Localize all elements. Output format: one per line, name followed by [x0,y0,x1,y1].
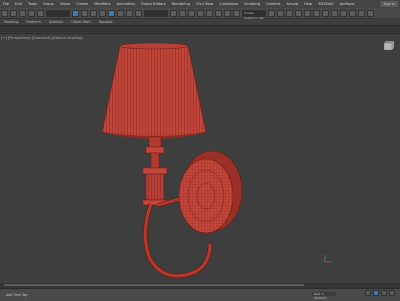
grid-readout: Grid = 10.0mm [312,292,336,300]
keyboard-shortcut-icon[interactable] [188,9,195,17]
select-by-name-icon[interactable] [81,9,88,17]
transform-gizmo-icon[interactable] [324,255,332,263]
window-crossing-icon[interactable] [99,9,106,17]
menu-item-views[interactable]: Views [57,0,73,8]
tab-freeform[interactable]: Freeform [23,20,45,24]
select-manipulate-icon[interactable] [179,9,186,17]
curve-editor-icon[interactable] [313,9,320,17]
mirror-icon[interactable] [268,9,275,17]
tab-populate[interactable]: Populate [95,20,117,24]
viewcube-icon[interactable] [382,40,396,51]
play-icon[interactable] [373,290,379,296]
menu-item-modifiers[interactable]: Modifiers [91,0,113,8]
menu-item-file[interactable]: File [0,0,12,8]
toggle-scene-explorer-icon[interactable] [286,9,293,17]
lamp-stem[interactable] [142,136,168,206]
menu-item-arnold[interactable]: Arnold [283,0,301,8]
rendered-frame-window-icon[interactable] [349,9,356,17]
pivot-center-icon[interactable] [170,9,177,17]
schematic-view-icon[interactable] [322,9,329,17]
toggle-layer-explorer-icon[interactable] [295,9,302,17]
lamp-shade[interactable] [101,42,207,139]
menu-item-rendering[interactable]: Rendering [169,0,193,8]
go-to-start-icon[interactable] [365,290,371,296]
tab-modeling[interactable]: Modeling [0,20,23,24]
ribbon-tabs: Modeling Freeform Selection Object Paint… [0,19,400,26]
selection-filter-dropdown[interactable] [46,9,70,17]
time-config-icon[interactable] [389,290,395,296]
perspective-viewport[interactable] [0,33,400,289]
go-to-end-icon[interactable] [381,290,387,296]
selection-set-dropdown[interactable]: Create Selection Set [242,9,266,20]
unlink-icon[interactable] [28,9,35,17]
playback-controls [364,290,396,296]
menu-item-help[interactable]: Help [301,0,315,8]
percent-snap-icon[interactable] [215,9,222,17]
spinner-snap-icon[interactable] [224,9,231,17]
move-icon[interactable] [108,9,115,17]
menu-item-civil-view[interactable]: Civil View [193,0,216,8]
time-slider-track[interactable] [4,284,304,286]
menu-item-tools[interactable]: Tools [25,0,40,8]
main-toolbar: Create Selection Set [0,8,400,20]
status-message: Add Time Tag [6,293,28,297]
redo-icon[interactable] [10,9,17,17]
menu-item-edit[interactable]: Edit [12,0,25,8]
sign-in-button[interactable]: Sign In [380,1,398,7]
menu-item-3dsmax[interactable]: 3DSMAX [315,0,336,8]
status-bar: Add Time Tag [0,288,400,301]
material-editor-icon[interactable] [331,9,338,17]
render-production-icon[interactable] [358,9,365,17]
menu-item-create[interactable]: Create [73,0,91,8]
render-cloud-icon[interactable] [367,9,374,17]
angle-snap-icon[interactable] [206,9,213,17]
menu-item-group[interactable]: Group [40,0,57,8]
menu-item-animation[interactable]: Animation [114,0,138,8]
menu-item-content[interactable]: Content [263,0,283,8]
render-setup-icon[interactable] [340,9,347,17]
tab-selection[interactable]: Selection [45,20,68,24]
scale-icon[interactable] [126,9,133,17]
model-view [101,42,332,279]
tab-object-paint[interactable]: Object Paint [67,20,94,24]
link-icon[interactable] [19,9,26,17]
menu-item-graph-editors[interactable]: Graph Editors [138,0,169,8]
ribbon-panel [0,26,400,32]
menu-bar: File Edit Tools Group Views Create Modif… [0,0,400,8]
menu-item-scripting[interactable]: Scripting [241,0,263,8]
wall-plate[interactable] [178,150,243,234]
snaps-toggle-icon[interactable] [197,9,204,17]
select-object-icon[interactable] [72,9,79,17]
align-icon[interactable] [277,9,284,17]
reference-coordinate-dropdown[interactable] [144,9,168,17]
toggle-ribbon-icon[interactable] [304,9,311,17]
menu-item-tpatools[interactable]: tpaTools [337,0,358,8]
rotate-icon[interactable] [117,9,124,17]
placement-icon[interactable] [135,9,142,17]
viewport-label[interactable]: [+] [Perspective] [Standard] [Default Sh… [0,36,83,40]
bind-space-warp-icon[interactable] [37,9,44,17]
edit-named-selection-icon[interactable] [233,9,240,17]
rectangular-selection-icon[interactable] [90,9,97,17]
undo-icon[interactable] [1,9,8,17]
menu-item-customize[interactable]: Customize [216,0,241,8]
menu-right: Sign In [380,1,400,7]
